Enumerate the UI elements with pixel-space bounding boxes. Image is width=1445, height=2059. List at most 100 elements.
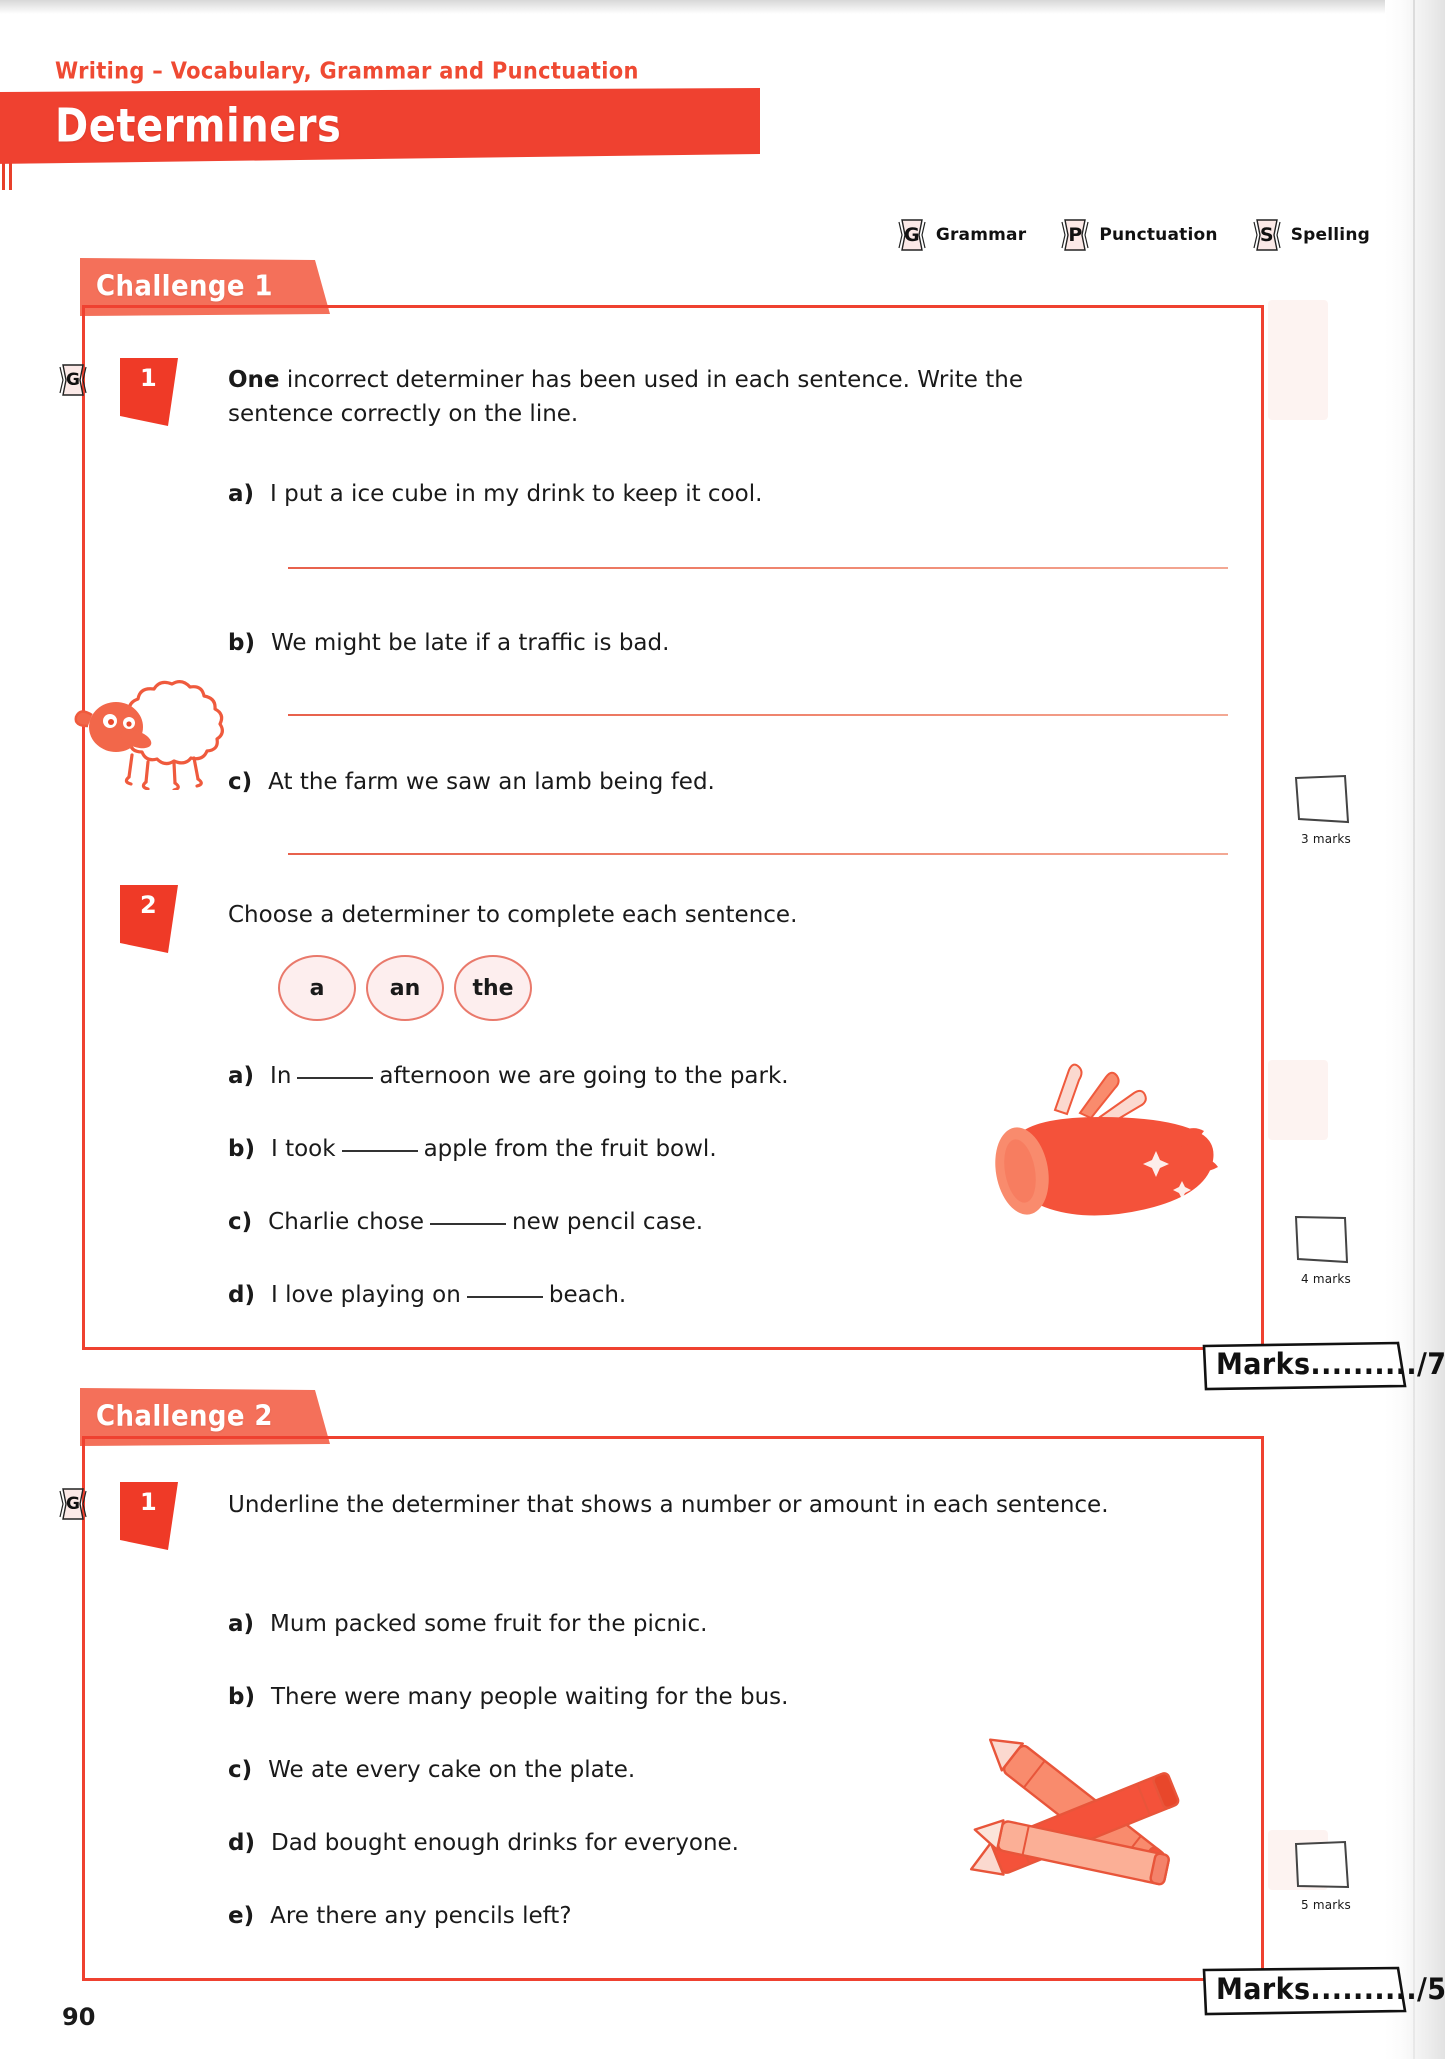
item-text: At the farm we saw an lamb being fed.: [268, 769, 715, 795]
item-letter: a): [228, 481, 255, 507]
margin-smudge: [1268, 300, 1328, 420]
challenge-1-tab-label: Challenge 1: [96, 270, 273, 303]
punctuation-badge-icon: P: [1060, 218, 1090, 252]
item-text: In afternoon we are going to the park.: [270, 1063, 789, 1089]
item-text: We might be late if a traffic is bad.: [270, 630, 670, 656]
list-item: b) There were many people waiting for th…: [228, 1681, 788, 1713]
grammar-badge-icon: G: [58, 1487, 88, 1521]
punctuation-badge-letter: P: [1068, 224, 1083, 246]
marks-box-shape-icon: [1294, 1215, 1349, 1264]
question-number: 1: [140, 364, 157, 392]
question-number: 2: [140, 891, 157, 919]
prompt-rest: Underline the determiner that shows a nu…: [228, 1492, 1109, 1518]
grammar-badge-icon: G: [897, 218, 927, 252]
item-letter: c): [228, 1209, 253, 1235]
margin-smudge: [1268, 1060, 1328, 1140]
challenge-1-q1-prompt: One incorrect determiner has been used i…: [228, 363, 1108, 431]
answer-blank[interactable]: [466, 1296, 543, 1298]
answer-write-line[interactable]: [288, 714, 1228, 716]
legend-label-punctuation: Punctuation: [1099, 225, 1218, 245]
page-edge-right: [1385, 0, 1445, 2059]
word-bank: a an the: [278, 955, 532, 1021]
legend-item-punctuation: P Punctuation: [1060, 218, 1218, 252]
item-letter: c): [228, 769, 253, 795]
prompt-bold-word: One: [228, 367, 280, 393]
answer-blank[interactable]: [341, 1150, 418, 1152]
spelling-badge-letter: S: [1259, 224, 1274, 246]
answer-blank[interactable]: [297, 1077, 374, 1079]
item-text: I love playing on beach.: [270, 1282, 627, 1308]
grammar-badge-letter: G: [66, 370, 80, 390]
item-letter: b): [228, 1684, 255, 1710]
item-text: We ate every cake on the plate.: [268, 1757, 636, 1783]
list-item: c) We ate every cake on the plate.: [228, 1754, 635, 1786]
list-item: b) I took apple from the fruit bowl.: [228, 1133, 717, 1165]
item-letter: a): [228, 1063, 255, 1089]
page-scan-edge-top: [0, 0, 1445, 14]
question-number: 1: [140, 1488, 157, 1516]
marks-box-shape-icon: [1294, 774, 1350, 824]
legend-item-grammar: G Grammar: [897, 218, 1027, 252]
crayons-illustration: [965, 1710, 1215, 1934]
grammar-badge-icon: G: [58, 363, 88, 397]
list-item: a) In afternoon we are going to the park.: [228, 1060, 789, 1092]
challenge-1-marks-total[interactable]: Marks........../7: [1200, 1340, 1445, 1392]
challenge-2-tab-label: Challenge 2: [96, 1400, 273, 1433]
marks-box-4: 4 marks: [1290, 1212, 1362, 1287]
answer-write-line[interactable]: [288, 567, 1228, 569]
list-item: d) I love playing on beach.: [228, 1279, 626, 1311]
page-number: 90: [62, 2003, 96, 2031]
list-item: e) Are there any pencils left?: [228, 1900, 572, 1932]
marks-box-3: 3 marks: [1290, 772, 1362, 847]
list-item: b) We might be late if a traffic is bad.: [228, 627, 669, 659]
marks-box-label: 3 marks: [1300, 832, 1352, 846]
item-text: I took apple from the fruit bowl.: [270, 1136, 717, 1162]
answer-blank[interactable]: [430, 1223, 507, 1225]
spelling-badge-icon: S: [1252, 218, 1282, 252]
answer-write-line[interactable]: [288, 853, 1228, 855]
marks-total-text: Marks........../7: [1216, 1348, 1445, 1382]
pencil-case-illustration: [960, 1055, 1250, 1289]
list-item: a) Mum packed some fruit for the picnic.: [228, 1608, 707, 1640]
legend-item-spelling: S Spelling: [1252, 218, 1370, 252]
marks-box-shape-icon: [1294, 1840, 1350, 1889]
item-text: Charlie chose new pencil case.: [268, 1209, 704, 1235]
prompt-rest: incorrect determiner has been used in ea…: [228, 367, 1023, 427]
prompt-rest: Choose a determiner to complete each sen…: [228, 902, 798, 928]
page-subject-line: Writing – Vocabulary, Grammar and Punctu…: [55, 57, 639, 84]
legend-label-grammar: Grammar: [935, 225, 1027, 245]
marks-box-5: 5 marks: [1290, 1838, 1362, 1913]
word-bank-option-a[interactable]: a: [278, 955, 356, 1021]
legend: G Grammar P Punctuation S Spelling: [897, 218, 1370, 252]
challenge-2-marks-total[interactable]: Marks........../5: [1200, 1965, 1445, 2017]
word-bank-option-the[interactable]: the: [454, 955, 532, 1021]
page-edge-curve: [1413, 0, 1415, 2059]
marks-total-text: Marks........../5: [1216, 1973, 1445, 2007]
item-letter: b): [228, 630, 255, 656]
item-text: Are there any pencils left?: [270, 1903, 572, 1929]
item-letter: a): [228, 1611, 255, 1637]
marks-box-label: 5 marks: [1300, 1898, 1352, 1912]
page-title: Determiners: [55, 100, 342, 153]
challenge-2-q1-prompt: Underline the determiner that shows a nu…: [228, 1488, 1148, 1522]
item-text: There were many people waiting for the b…: [270, 1684, 789, 1710]
item-letter: d): [228, 1282, 255, 1308]
word-bank-option-an[interactable]: an: [366, 955, 444, 1021]
item-letter: e): [228, 1903, 255, 1929]
item-letter: c): [228, 1757, 253, 1783]
challenge-1-q2-prompt: Choose a determiner to complete each sen…: [228, 898, 1108, 932]
marks-box-label: 4 marks: [1300, 1272, 1352, 1286]
item-letter: d): [228, 1830, 255, 1856]
item-letter: b): [228, 1136, 255, 1162]
item-text: Dad bought enough drinks for everyone.: [270, 1830, 739, 1856]
grammar-badge-letter: G: [904, 224, 920, 246]
item-text: Mum packed some fruit for the picnic.: [270, 1611, 708, 1637]
sheep-illustration: [70, 665, 230, 794]
list-item: c) At the farm we saw an lamb being fed.: [228, 766, 715, 798]
list-item: c) Charlie chose new pencil case.: [228, 1206, 703, 1238]
legend-label-spelling: Spelling: [1290, 225, 1370, 245]
list-item: d) Dad bought enough drinks for everyone…: [228, 1827, 739, 1859]
list-item: a) I put a ice cube in my drink to keep …: [228, 478, 762, 510]
grammar-badge-letter: G: [66, 1494, 80, 1514]
item-text: I put a ice cube in my drink to keep it …: [270, 481, 763, 507]
